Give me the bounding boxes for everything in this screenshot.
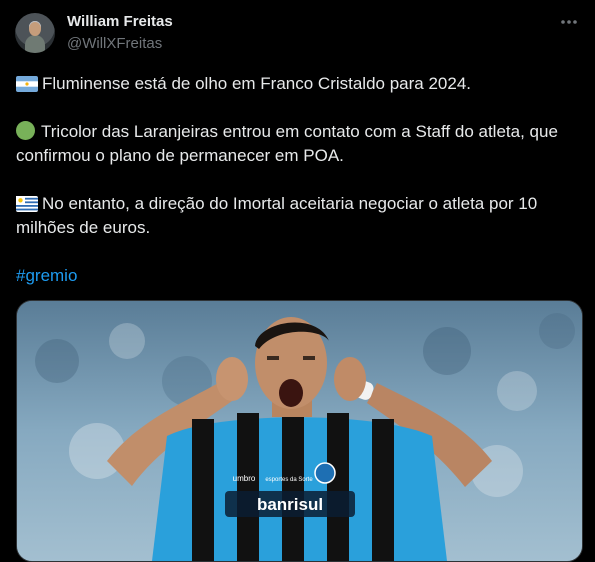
tweet-text: Fluminense está de olho em Franco Crista… xyxy=(16,72,584,288)
green-circle-icon xyxy=(16,121,35,140)
author-handle[interactable]: @WillXFreitas xyxy=(67,35,162,52)
tweet-card: William Freitas @WillXFreitas Fluminense… xyxy=(0,0,595,562)
photo-illustration: banrisul umbro esportes da Sorte xyxy=(17,301,582,561)
paragraph-3-line-2: milhões de euros. xyxy=(16,218,151,237)
more-icon[interactable] xyxy=(557,10,581,34)
paragraph-1-text: Fluminense está de olho em Franco Crista… xyxy=(42,74,472,93)
uruguay-flag-icon xyxy=(16,196,38,212)
more-horizontal-icon xyxy=(561,20,577,24)
jersey-sponsor-text: banrisul xyxy=(257,495,323,514)
tweet-paragraph-1: Fluminense está de olho em Franco Crista… xyxy=(16,72,584,96)
avatar-figure-body xyxy=(25,35,45,53)
jersey-chest-badge-text: esportes da Sorte xyxy=(265,477,313,483)
hashtag-link[interactable]: #gremio xyxy=(16,266,77,285)
jersey-brand-text: umbro xyxy=(233,474,256,483)
club-crest xyxy=(314,462,336,484)
player-jersey: banrisul umbro esportes da Sorte xyxy=(152,411,447,561)
avatar-figure-head xyxy=(29,22,41,36)
author-name[interactable]: William Freitas xyxy=(67,13,173,30)
paragraph-2-line-1: Tricolor das Laranjeiras entrou em conta… xyxy=(41,122,558,141)
tweet-paragraph-2: Tricolor das Laranjeiras entrou em conta… xyxy=(16,120,584,168)
tweet-paragraph-3: No entanto, a direção do Imortal aceitar… xyxy=(16,192,584,240)
tweet-hashtag-line: #gremio xyxy=(16,264,584,288)
tweet-photo[interactable]: banrisul umbro esportes da Sorte xyxy=(16,300,583,562)
paragraph-3-line-1: No entanto, a direção do Imortal aceitar… xyxy=(42,194,538,213)
argentina-flag-icon xyxy=(16,76,38,92)
avatar[interactable] xyxy=(15,13,55,53)
paragraph-2-line-2: confirmou o plano de permanecer em POA. xyxy=(16,146,344,165)
